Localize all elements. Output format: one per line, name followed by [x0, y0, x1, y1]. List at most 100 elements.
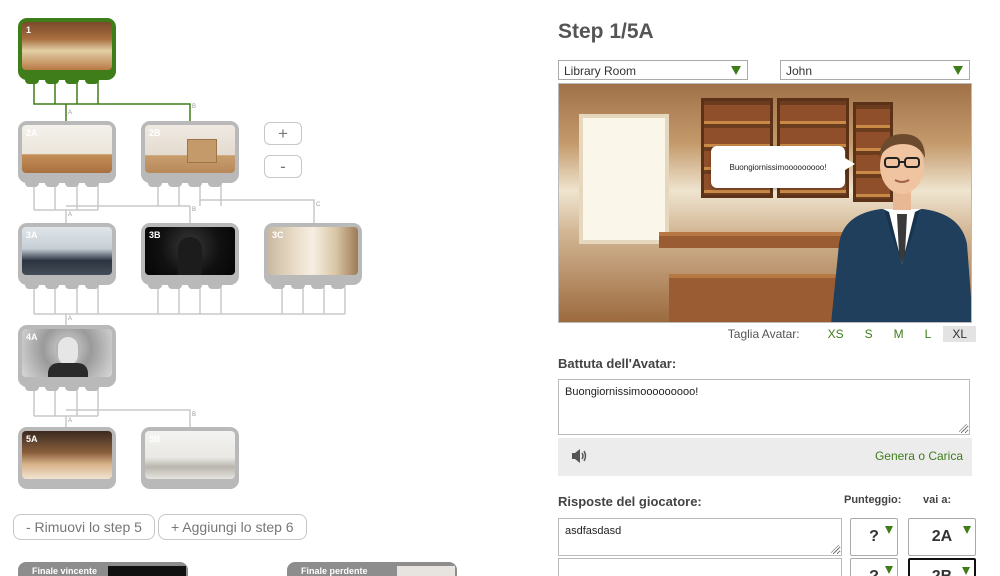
living-room-thumbnail: 5B: [145, 431, 235, 479]
step-node-1[interactable]: 1: [18, 18, 116, 84]
branch-label-c: C: [316, 202, 321, 208]
avatar-size-selector: Taglia Avatar: XS S M L XL: [728, 326, 976, 342]
avatar-figure: [831, 134, 971, 322]
goto-column-label: vai a:: [923, 494, 952, 506]
node-connector[interactable]: [25, 77, 39, 84]
node-connector[interactable]: [65, 77, 79, 84]
chevron-down-icon: [962, 567, 970, 575]
node-connector[interactable]: [45, 77, 59, 84]
node-connector[interactable]: [168, 282, 182, 289]
node-connector[interactable]: [291, 282, 305, 289]
resize-grip-icon[interactable]: [831, 545, 839, 553]
step-node-4a[interactable]: 4A: [18, 325, 116, 391]
hooded-figure-thumbnail: 3B: [145, 227, 235, 275]
meeting-thumbnail: 3A: [22, 227, 112, 275]
boxes-shape: [187, 139, 217, 163]
size-option-s[interactable]: S: [856, 326, 882, 342]
size-option-m[interactable]: M: [885, 326, 913, 342]
chevron-down-icon: [731, 66, 741, 75]
node-connector[interactable]: [208, 180, 222, 187]
node-connector[interactable]: [188, 180, 202, 187]
node-connector[interactable]: [65, 384, 79, 391]
node-connector[interactable]: [85, 384, 99, 391]
node-tag: 1: [26, 25, 32, 35]
remove-step-button[interactable]: - Rimuovi lo step 5: [13, 514, 155, 540]
location-select[interactable]: Library Room: [558, 60, 748, 80]
step-editor-panel: Step 1/5A Library Room John Buongiorniss…: [558, 0, 976, 576]
score-value-2: ?: [869, 568, 879, 576]
node-connector[interactable]: [45, 282, 59, 289]
node-connector[interactable]: [65, 282, 79, 289]
chevron-down-icon: [885, 526, 893, 534]
avatar-line-textarea[interactable]: Buongiornissimooooooooo!: [558, 379, 970, 435]
node-tag: 3A: [26, 230, 38, 240]
goto-value-2: 2B: [932, 568, 952, 576]
node-connector[interactable]: [25, 282, 39, 289]
node-tag: 3B: [149, 230, 161, 240]
step-node-5a[interactable]: 5A: [18, 427, 116, 489]
answer-input-2[interactable]: [558, 558, 842, 576]
node-connector[interactable]: [148, 180, 162, 187]
step-node-5b[interactable]: 5B: [141, 427, 239, 489]
node-connector[interactable]: [25, 180, 39, 187]
answer-input-1[interactable]: asdfasdasd: [558, 518, 842, 556]
size-option-l[interactable]: L: [916, 326, 941, 342]
node-connector[interactable]: [331, 282, 345, 289]
branch-label-a: A: [68, 212, 72, 218]
woman-portrait-thumbnail: 4A: [22, 329, 112, 377]
size-option-xl[interactable]: XL: [943, 326, 976, 342]
node-connector[interactable]: [168, 180, 182, 187]
final-win-card[interactable]: Finale vincente: [18, 562, 188, 576]
node-connector[interactable]: [85, 180, 99, 187]
corridor-thumbnail: 3C: [268, 227, 358, 275]
avatar-line-value: Buongiornissimooooooooo!: [565, 386, 699, 398]
final-lose-card[interactable]: Finale perdente: [287, 562, 457, 576]
size-option-xs[interactable]: XS: [819, 326, 853, 342]
node-connector[interactable]: [271, 282, 285, 289]
step-node-2b[interactable]: 2B: [141, 121, 239, 187]
node-connector[interactable]: [85, 282, 99, 289]
node-connector[interactable]: [188, 282, 202, 289]
node-connector[interactable]: [25, 384, 39, 391]
goto-select-2[interactable]: 2B: [908, 558, 976, 576]
node-connector[interactable]: [148, 282, 162, 289]
node-tag: 5B: [149, 434, 161, 444]
add-node-button[interactable]: +: [264, 122, 302, 145]
generate-or-upload-link[interactable]: Genera o Carica: [875, 449, 963, 463]
branch-label-a: A: [68, 110, 72, 116]
player-answers-label: Risposte del giocatore:: [558, 494, 702, 509]
final-lose-label: Finale perdente: [301, 566, 368, 576]
node-connector[interactable]: [45, 180, 59, 187]
add-step-button[interactable]: + Aggiungi lo step 6: [158, 514, 307, 540]
branch-label-b: B: [192, 412, 196, 418]
node-connector[interactable]: [45, 384, 59, 391]
resize-grip-icon[interactable]: [959, 424, 967, 432]
scene-preview: Buongiornissimooooooooo!: [558, 83, 972, 323]
node-connector[interactable]: [65, 180, 79, 187]
empty-room-thumbnail: 2A: [22, 125, 112, 173]
avatar-select[interactable]: John: [780, 60, 970, 80]
shoulders-shape: [48, 363, 88, 377]
score-column-label: Punteggio:: [844, 494, 902, 506]
step-tree: A B A B C A A B 1 2A 2B + - 3A 3B 3C 4A …: [0, 0, 520, 576]
node-connector[interactable]: [311, 282, 325, 289]
step-node-2a[interactable]: 2A: [18, 121, 116, 187]
doorway-shape: [579, 114, 669, 244]
step-node-3a[interactable]: 3A: [18, 223, 116, 289]
score-select-1[interactable]: ?: [850, 518, 898, 556]
chevron-down-icon: [953, 66, 963, 75]
goto-select-1[interactable]: 2A: [908, 518, 976, 556]
speaker-icon[interactable]: [571, 449, 587, 463]
step-node-3c[interactable]: 3C: [264, 223, 362, 289]
step-node-3b[interactable]: 3B: [141, 223, 239, 289]
node-tag: 2A: [26, 128, 38, 138]
answer-text-1: asdfasdasd: [565, 525, 622, 537]
node-tag: 4A: [26, 332, 38, 342]
node-connector[interactable]: [85, 77, 99, 84]
final-win-thumbnail: [108, 566, 186, 576]
score-select-2[interactable]: ?: [850, 558, 898, 576]
remove-node-button[interactable]: -: [264, 155, 302, 178]
node-tag: 5A: [26, 434, 38, 444]
node-connector[interactable]: [208, 282, 222, 289]
table-shape: [659, 232, 849, 248]
